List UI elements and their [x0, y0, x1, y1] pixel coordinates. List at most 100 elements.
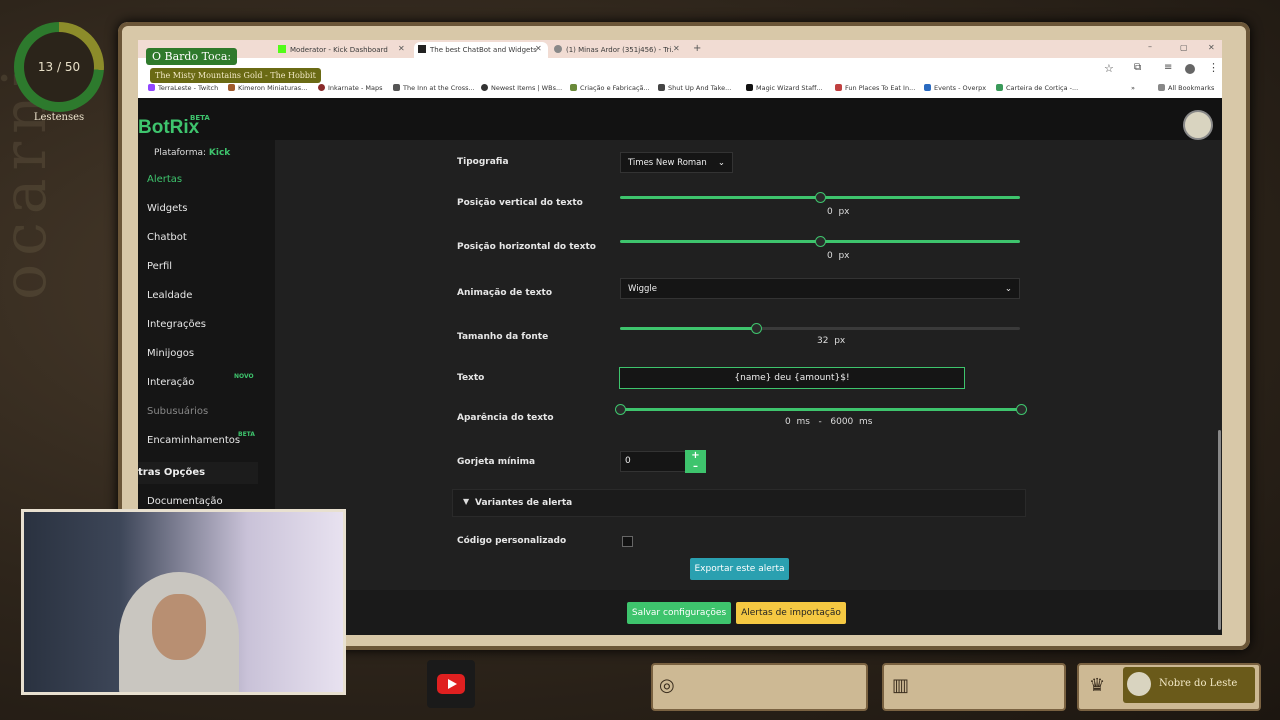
slider-fill: [620, 408, 1021, 411]
minimize-icon[interactable]: –: [1148, 42, 1152, 51]
window-close-icon[interactable]: ✕: [1208, 43, 1215, 52]
text-animation-label: Animação de texto: [457, 288, 553, 298]
crown-icon: ♛: [1089, 675, 1106, 696]
goal-counter: 13 / 50: [24, 32, 94, 102]
bookmark-item[interactable]: The Inn at the Cross...: [393, 84, 475, 92]
sidebar-item-widgets[interactable]: Widgets: [147, 203, 187, 214]
bookmark-item[interactable]: Kimeron Miniaturas...: [228, 84, 307, 92]
import-alerts-button[interactable]: Alertas de importação: [736, 602, 846, 624]
slider-thumb[interactable]: [751, 323, 762, 334]
bookmark-icon: [746, 84, 753, 91]
bookmark-item[interactable]: Events - Overpx: [924, 84, 986, 92]
all-bookmarks[interactable]: All Bookmarks: [1158, 84, 1214, 92]
sidebar-item-documentacao[interactable]: Documentação: [147, 496, 223, 507]
slider-thumb-max[interactable]: [1016, 404, 1027, 415]
coins-icon: ◎: [659, 675, 675, 696]
bookmark-item[interactable]: Inkarnate - Maps: [318, 84, 382, 92]
slider-thumb[interactable]: [815, 192, 826, 203]
bookmark-icon: [835, 84, 842, 91]
custom-code-label: Código personalizado: [457, 536, 567, 546]
menu-icon[interactable]: ⋮: [1208, 61, 1219, 74]
noble-badge: Nobre do Leste: [1123, 667, 1255, 703]
text-appearance-value: 0 ms - 6000 ms: [785, 417, 873, 427]
text-appearance-label: Aparência do texto: [457, 413, 554, 423]
chevron-down-icon: ⌄: [1004, 284, 1012, 294]
close-icon[interactable]: ✕: [398, 44, 405, 53]
vertical-position-label: Posição vertical do texto: [457, 198, 583, 208]
minus-icon[interactable]: –: [693, 461, 698, 472]
sidebar-item-alertas[interactable]: Alertas: [147, 174, 182, 185]
bookmark-icon: [570, 84, 577, 91]
goal-label: Lestenses: [33, 112, 85, 123]
noble-panel: ♛ Nobre do Leste: [1077, 663, 1261, 711]
bookmark-icon: [658, 84, 665, 91]
bookmark-icon: [996, 84, 1003, 91]
tab-icon: [554, 45, 562, 53]
profile-icon[interactable]: [1185, 64, 1195, 74]
plus-icon[interactable]: +: [691, 450, 699, 461]
sidebar-item-minijogos[interactable]: Minijogos: [147, 348, 194, 359]
sidebar-item-subusuarios[interactable]: Subusuários: [147, 406, 208, 417]
bookmark-item[interactable]: Magic Wizard Staff...: [746, 84, 823, 92]
more-bookmarks-icon[interactable]: »: [1131, 84, 1135, 92]
sidebar-item-perfil[interactable]: Perfil: [147, 261, 172, 272]
coins-panel: ◎: [651, 663, 868, 711]
sidebar-item-lealdade[interactable]: Lealdade: [147, 290, 192, 301]
bookmark-item[interactable]: TerraLeste - Twitch: [148, 84, 218, 92]
platform-info: Plataforma: Kick: [154, 148, 231, 158]
user-avatar[interactable]: [1183, 110, 1213, 140]
export-alert-button[interactable]: Exportar este alerta: [690, 558, 789, 580]
extensions-icon[interactable]: ⧉: [1134, 62, 1141, 73]
map-icon: ▥: [892, 675, 910, 696]
alert-variants-accordion[interactable]: ▼ Variantes de alerta: [452, 489, 1026, 517]
vertical-position-slider[interactable]: [620, 192, 1020, 203]
custom-code-checkbox[interactable]: [622, 536, 633, 547]
text-input[interactable]: {name} deu {amount}$!: [619, 367, 965, 389]
tab-kick-dashboard[interactable]: Moderator - Kick Dashboard: [278, 42, 408, 58]
star-icon[interactable]: ☆: [1104, 62, 1114, 75]
close-icon[interactable]: ✕: [535, 44, 542, 53]
font-size-slider[interactable]: [620, 323, 1020, 334]
text-animation-select[interactable]: Wiggle ⌄: [620, 278, 1020, 299]
min-tip-label: Gorjeta mínima: [457, 457, 536, 467]
sidebar-item-encaminhamentos[interactable]: Encaminhamentos: [147, 435, 240, 446]
new-badge: NOVO: [234, 373, 254, 380]
slider-fill: [620, 327, 756, 330]
youtube-icon[interactable]: [427, 660, 475, 708]
maximize-icon[interactable]: ▢: [1180, 43, 1188, 52]
bookmark-item[interactable]: Criação e Fabricaçã...: [570, 84, 650, 92]
text-appearance-range-slider[interactable]: [615, 404, 1027, 415]
new-tab-icon[interactable]: +: [693, 43, 701, 54]
font-size-value: 32 px: [817, 336, 846, 346]
bookmark-icon: [393, 84, 400, 91]
kick-icon: [278, 45, 286, 53]
map-panel: ▥: [882, 663, 1066, 711]
slider-thumb-min[interactable]: [615, 404, 626, 415]
bookmark-item[interactable]: Carteira de Cortiça -...: [996, 84, 1078, 92]
bookmark-item[interactable]: Newest Items | WBs...: [481, 84, 562, 92]
tab-botrix[interactable]: The best ChatBot and Widgets: [414, 42, 548, 58]
botrix-tab-icon: [418, 45, 426, 53]
scrollbar[interactable]: [1218, 430, 1221, 630]
sidebar-item-integracoes[interactable]: Integrações: [147, 319, 206, 330]
horizontal-position-slider[interactable]: [620, 236, 1020, 247]
reading-list-icon[interactable]: ≡: [1164, 62, 1172, 73]
font-size-label: Tamanho da fonte: [457, 332, 549, 342]
bookmark-item[interactable]: Shut Up And Take...: [658, 84, 731, 92]
close-icon[interactable]: ✕: [673, 44, 680, 53]
stepper-plus-minus[interactable]: + –: [685, 450, 706, 473]
slider-thumb[interactable]: [815, 236, 826, 247]
min-tip-input[interactable]: 0: [620, 451, 686, 472]
noble-label: Nobre do Leste: [1159, 678, 1238, 689]
twitch-icon: [148, 84, 155, 91]
bookmark-item[interactable]: Fun Places To Eat In...: [835, 84, 915, 92]
bookmark-icon: [228, 84, 235, 91]
chevron-down-icon: ⌄: [717, 158, 725, 168]
typography-select[interactable]: Times New Roman ⌄: [620, 152, 733, 173]
now-playing-song: The Misty Mountains Gold - The Hobbit: [150, 68, 321, 83]
tab-minas-ardor[interactable]: (1) Minas Ardor (351j456) - Tri...: [554, 42, 674, 58]
sidebar-item-interacao[interactable]: Interação: [147, 377, 194, 388]
chevron-down-icon: ▼: [463, 497, 470, 506]
sidebar-item-chatbot[interactable]: Chatbot: [147, 232, 187, 243]
save-settings-button[interactable]: Salvar configurações: [627, 602, 731, 624]
